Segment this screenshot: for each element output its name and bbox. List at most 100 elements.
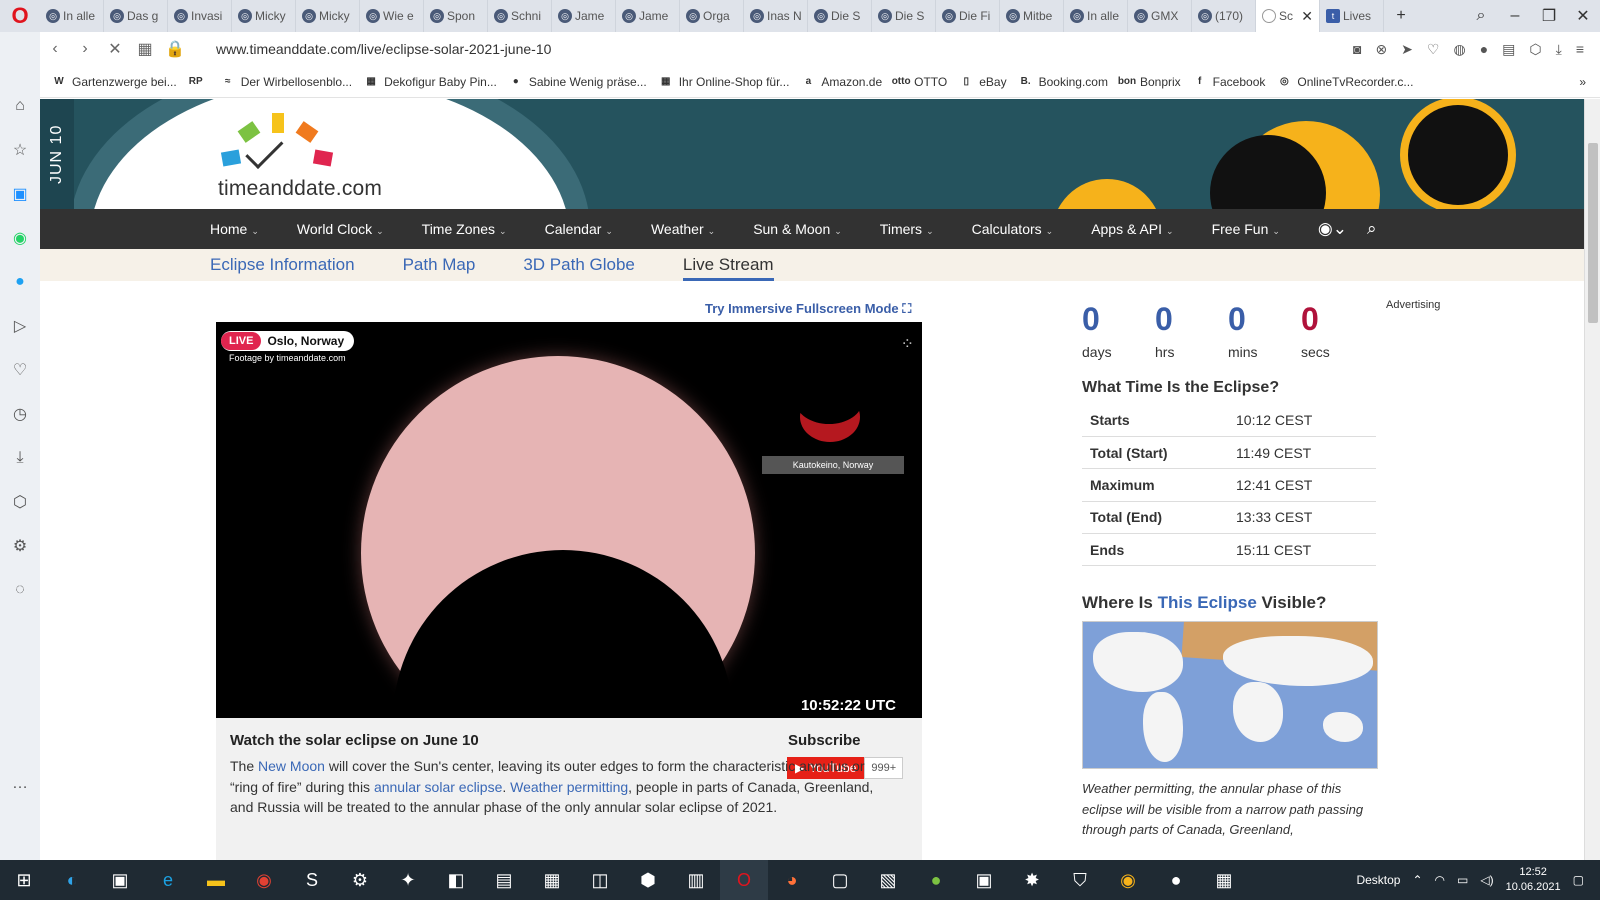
browser-tab[interactable]: ◎ Inas N <box>744 0 808 32</box>
browser-tab[interactable]: ◎ Das g <box>104 0 168 32</box>
app-icon[interactable]: ◧ <box>432 860 480 900</box>
page-scrollbar[interactable] <box>1584 99 1600 860</box>
bookmark-item[interactable]: f Facebook <box>1193 75 1265 89</box>
bookmark-item[interactable]: ● Sabine Wenig präse... <box>509 75 647 89</box>
whatsapp-icon[interactable]: ◉ <box>0 216 40 260</box>
app-icon[interactable]: ▦ <box>528 860 576 900</box>
bookmark-item[interactable]: ▦ Dekofigur Baby Pin... <box>364 75 496 89</box>
fullscreen-link[interactable]: Try Immersive Fullscreen Mode ⛶ <box>705 301 911 317</box>
live-video-player[interactable]: Kautokeino, Norway LIVE Oslo, Norway Foo… <box>216 322 922 718</box>
app-icon[interactable]: ▥ <box>672 860 720 900</box>
opera-taskbar-icon[interactable]: O <box>720 860 768 900</box>
system-clock[interactable]: 12:52 10.06.2021 <box>1506 865 1561 895</box>
browser-tab[interactable]: ◎ Jame <box>552 0 616 32</box>
account-icon[interactable]: ◉⌄ <box>1318 219 1347 239</box>
app-icon[interactable]: ● <box>912 860 960 900</box>
nav-item[interactable]: Time Zones ⌄ <box>422 221 507 237</box>
search-tabs-icon[interactable]: ⌕ <box>1464 0 1498 32</box>
url-field[interactable]: www.timeanddate.com/live/eclipse-solar-2… <box>216 41 551 57</box>
nav-item[interactable]: Calculators ⌄ <box>972 221 1054 237</box>
bookmark-item[interactable]: RP <box>189 75 209 89</box>
browser-tab[interactable]: ◎ Die S <box>808 0 872 32</box>
twitter-icon[interactable]: ● <box>0 260 40 304</box>
opera-account-icon[interactable]: ● <box>1480 41 1488 58</box>
settings-icon[interactable]: ⚙ <box>0 524 40 568</box>
star-icon[interactable]: ☆ <box>0 128 40 172</box>
bookmark-item[interactable]: ▦ Ihr Online-Shop für... <box>659 75 789 89</box>
bookmark-item[interactable]: bon Bonprix <box>1118 75 1181 89</box>
browser-tab[interactable]: ◎ Spon <box>424 0 488 32</box>
subnav-tab[interactable]: Path Map <box>403 255 476 281</box>
shield-icon[interactable]: ⛉ <box>1056 860 1104 900</box>
forward-icon[interactable]: › <box>70 40 100 58</box>
tab-active[interactable]: Sc ✕ <box>1256 0 1320 32</box>
new-moon-link[interactable]: New Moon <box>258 758 325 774</box>
notifications-icon[interactable]: ▢ <box>1573 873 1584 887</box>
nav-item[interactable]: Sun & Moon ⌄ <box>753 221 842 237</box>
bookmark-item[interactable]: ≈ Der Wirbellosenblo... <box>221 75 352 89</box>
minimize-button[interactable]: – <box>1498 0 1532 32</box>
menu-icon[interactable]: ≡ <box>1576 41 1584 58</box>
player-icon[interactable]: ▷ <box>0 304 40 348</box>
site-logo[interactable]: timeanddate.com <box>218 111 398 201</box>
app-icon[interactable]: ● <box>1152 860 1200 900</box>
network-icon[interactable]: ◠ <box>1435 873 1445 887</box>
bookmark-item[interactable]: otto OTTO <box>892 75 948 89</box>
nav-item[interactable]: Apps & API ⌄ <box>1091 221 1173 237</box>
bookmarks-more-icon[interactable]: » <box>1579 75 1586 89</box>
bookmark-item[interactable]: ▯ eBay <box>959 75 1006 89</box>
history-icon[interactable]: ◷ <box>0 392 40 436</box>
browser-tab[interactable]: ◎ Schni <box>488 0 552 32</box>
nav-item[interactable]: Calendar ⌄ <box>545 221 613 237</box>
block-icon[interactable]: ⊗ <box>1375 41 1387 58</box>
workspace-icon[interactable]: ▣ <box>0 172 40 216</box>
browser-tab[interactable]: ◎ GMX <box>1128 0 1192 32</box>
weather-link[interactable]: Weather permitting <box>510 779 628 795</box>
app-icon[interactable]: ▤ <box>480 860 528 900</box>
vpn-icon[interactable]: ◍ <box>1453 41 1465 58</box>
browser-tab[interactable]: ◎ Micky <box>232 0 296 32</box>
browser-tab[interactable]: ◎ Jame <box>616 0 680 32</box>
browser-tab[interactable]: ◎ Mitbe <box>1000 0 1064 32</box>
nav-item[interactable]: Free Fun ⌄ <box>1212 221 1280 237</box>
send-icon[interactable]: ➤ <box>1401 41 1413 58</box>
scrollbar-thumb[interactable] <box>1588 143 1598 323</box>
browser-tab[interactable]: ◎ Invasi <box>168 0 232 32</box>
subnav-tab[interactable]: Eclipse Information <box>210 255 355 281</box>
firefox-icon[interactable]: ◕ <box>768 860 816 900</box>
bookmark-item[interactable]: W Gartenzwerge bei... <box>52 75 176 89</box>
opera-menu-icon[interactable]: O <box>0 0 40 32</box>
desktop-label[interactable]: Desktop <box>1356 873 1400 887</box>
speed-dial-icon[interactable]: ▦ <box>130 39 160 59</box>
nav-item[interactable]: Weather ⌄ <box>651 221 715 237</box>
browser-tab[interactable]: ◎ Orga <box>680 0 744 32</box>
search-icon[interactable]: ⌕ <box>1367 219 1377 239</box>
subnav-tab[interactable]: 3D Path Globe <box>523 255 635 281</box>
back-icon[interactable]: ‹ <box>40 40 70 58</box>
browser-tab[interactable]: ◎ Wie e <box>360 0 424 32</box>
more-icon[interactable]: … <box>0 762 40 806</box>
browser-tab[interactable]: ◎ (170) <box>1192 0 1256 32</box>
app-s-icon[interactable]: S <box>288 860 336 900</box>
app-icon[interactable]: ▣ <box>96 860 144 900</box>
camera-icon[interactable]: ◙ <box>1353 41 1361 58</box>
nav-item[interactable]: Timers ⌄ <box>880 221 934 237</box>
browser-tab[interactable]: ◎ Die Fi <box>936 0 1000 32</box>
bookmark-item[interactable]: a Amazon.de <box>801 75 882 89</box>
browser-tab[interactable]: ◎ In alle <box>40 0 104 32</box>
bookmarks-heart-icon[interactable]: ♡ <box>0 348 40 392</box>
chrome-icon[interactable]: ◉ <box>240 860 288 900</box>
edge-icon[interactable]: ◐ <box>48 860 96 900</box>
app-icon[interactable]: ▢ <box>816 860 864 900</box>
settings-taskbar-icon[interactable]: ⚙ <box>336 860 384 900</box>
browser-tab[interactable]: ◎ In alle <box>1064 0 1128 32</box>
tips-icon[interactable]: ◌ <box>0 568 40 612</box>
app-icon[interactable]: ◉ <box>1104 860 1152 900</box>
bookmark-item[interactable]: B. Booking.com <box>1019 75 1108 89</box>
restore-button[interactable]: ❐ <box>1532 0 1566 32</box>
app-icon[interactable]: ▧ <box>864 860 912 900</box>
annular-eclipse-link[interactable]: annular solar eclipse <box>374 779 502 795</box>
app-icon[interactable]: ▣ <box>960 860 1008 900</box>
battery-icon[interactable]: ▭ <box>1457 873 1468 887</box>
heart-icon[interactable]: ♡ <box>1427 41 1440 58</box>
